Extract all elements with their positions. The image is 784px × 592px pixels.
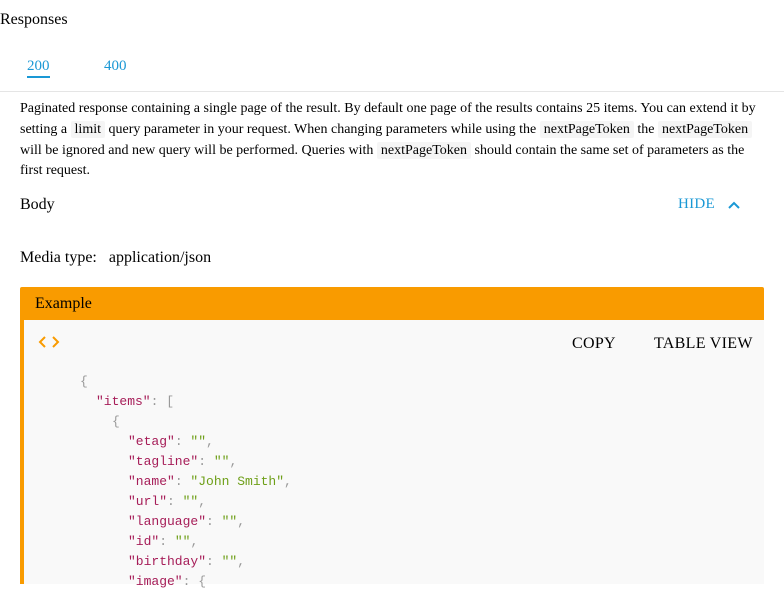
code-line: "items": [ (96, 394, 175, 409)
tab-200[interactable]: 200 (27, 56, 50, 78)
copy-button[interactable]: COPY (572, 334, 616, 354)
code-line: "url": "", (128, 494, 207, 509)
example-code-panel: COPY TABLE VIEW { "items": [ { "etag": "… (20, 320, 764, 589)
code-line: "tagline": "", (128, 454, 238, 469)
section-title: Responses (0, 11, 68, 28)
tab-400[interactable]: 400 (104, 56, 127, 76)
description-text: the (633, 121, 658, 137)
code-line: "image": { (128, 574, 207, 589)
media-type-row: Media type: application/json (20, 248, 211, 268)
media-type-label: Media type: (20, 249, 97, 266)
code-line: "name": "John Smith", (128, 474, 292, 489)
body-label: Body (20, 196, 55, 213)
code-icon[interactable] (37, 334, 61, 350)
inline-code-limit: limit (70, 120, 105, 138)
code-line: "id": "", (128, 534, 199, 549)
table-view-button[interactable]: TABLE VIEW (654, 334, 753, 354)
example-title: Example (35, 295, 92, 312)
response-description: Paginated response containing a single p… (20, 99, 768, 182)
inline-code-next-page-token: nextPageToken (376, 141, 472, 159)
chevron-up-icon[interactable] (726, 196, 742, 214)
code-line: { (80, 374, 88, 389)
inline-code-next-page-token: nextPageToken (539, 120, 634, 138)
description-text: query parameter in your request. When ch… (105, 121, 540, 137)
code-line: "language": "", (128, 514, 246, 529)
code-line: { (112, 414, 120, 429)
response-tabs: 200 400 (0, 56, 784, 92)
inline-code-next-page-token: nextPageToken (657, 120, 753, 138)
description-text: will be ignored and new query will be pe… (20, 142, 377, 158)
media-type-value: application/json (108, 249, 212, 266)
hide-body-button[interactable]: HIDE (678, 196, 715, 213)
code-line: "etag": "", (128, 434, 214, 449)
code-line: "birthday": "", (128, 554, 246, 569)
example-header: Example (20, 287, 764, 320)
